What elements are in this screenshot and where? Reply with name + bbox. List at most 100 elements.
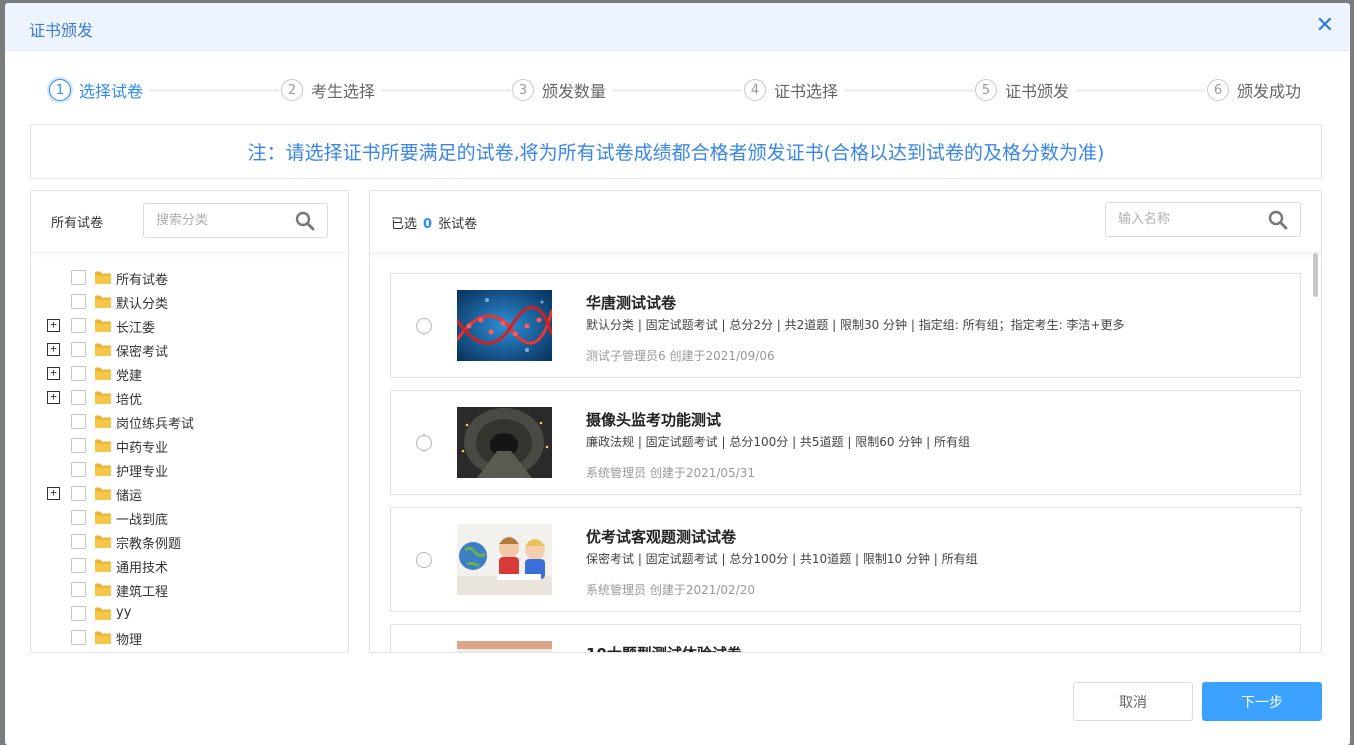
category-item[interactable]: + 储运	[31, 481, 348, 505]
category-label: 中药专业	[116, 441, 169, 456]
category-label: 保密考试	[116, 345, 169, 360]
category-checkbox[interactable]	[71, 270, 86, 285]
exam-title: 华唐测试试卷	[586, 294, 677, 312]
folder-icon	[95, 319, 111, 332]
category-checkbox[interactable]	[71, 414, 86, 429]
selected-count-info: 已选 0 张试卷	[391, 213, 477, 232]
exam-radio[interactable]	[416, 318, 432, 334]
category-checkbox[interactable]	[71, 582, 86, 597]
dialog-header: 证书颁发 ✕	[5, 3, 1350, 51]
category-item[interactable]: 一战到底	[31, 505, 348, 529]
category-checkbox[interactable]	[71, 438, 86, 453]
exam-meta: 廉政法规 | 固定试题考试 | 总分100分 | 共5道题 | 限制60 分钟 …	[586, 435, 970, 449]
exam-radio[interactable]	[416, 435, 432, 451]
folder-icon	[95, 487, 111, 500]
next-step-button[interactable]: 下一步	[1202, 682, 1322, 721]
search-icon[interactable]	[295, 211, 315, 231]
category-label: 一战到底	[116, 513, 169, 528]
category-panel-header: 所有试卷	[31, 191, 348, 253]
step-label: 证书选择	[774, 82, 839, 101]
exam-panel-header: 已选 0 张试卷	[370, 191, 1321, 253]
category-checkbox[interactable]	[71, 318, 86, 333]
category-checkbox[interactable]	[71, 342, 86, 357]
exam-name-input[interactable]	[1106, 203, 1256, 236]
category-tree: 所有试卷 默认分类 + 长江委 + 保密考试 + 党建 + 培优 岗位练兵考试 中药专业 护理专业 + 储运…	[31, 265, 348, 649]
category-item[interactable]: 宗教条例题	[31, 529, 348, 553]
exam-meta: 默认分类 | 固定试题考试 | 总分2分 | 共2道题 | 限制30 分钟 | …	[586, 318, 1125, 332]
category-search-input[interactable]	[144, 204, 284, 237]
selected-prefix: 已选	[391, 217, 418, 232]
step-connector	[844, 89, 974, 92]
category-checkbox[interactable]	[71, 366, 86, 381]
expand-icon[interactable]: +	[47, 319, 60, 332]
category-checkbox[interactable]	[71, 510, 86, 525]
category-item[interactable]: 所有试卷	[31, 265, 348, 289]
step-select-exam: 1 选择试卷	[49, 77, 148, 103]
folder-icon	[95, 343, 111, 356]
cancel-button[interactable]: 取消	[1073, 682, 1193, 721]
step-number: 3	[512, 79, 534, 101]
category-checkbox[interactable]	[71, 630, 86, 645]
step-label: 选择试卷	[79, 82, 144, 101]
category-checkbox[interactable]	[71, 486, 86, 501]
kids-globe-image	[457, 524, 552, 595]
step-connector	[1075, 89, 1205, 92]
dialog-title: 证书颁发	[29, 21, 94, 40]
step-issue-quantity: 3 颁发数量	[512, 77, 611, 103]
exam-card[interactable]: 华唐测试试卷 默认分类 | 固定试题考试 | 总分2分 | 共2道题 | 限制3…	[390, 273, 1301, 378]
exam-card[interactable]: 10大题型测试体验试卷	[390, 624, 1301, 652]
category-item[interactable]: 中药专业	[31, 433, 348, 457]
category-item[interactable]: 岗位练兵考试	[31, 409, 348, 433]
category-label: 护理专业	[116, 465, 169, 480]
exam-card[interactable]: 摄像头监考功能测试 廉政法规 | 固定试题考试 | 总分100分 | 共5道题 …	[390, 390, 1301, 495]
certificate-dialog: 证书颁发 ✕ 1 选择试卷 2 考生选择 3 颁发数量 4 证书选择 5 证书颁…	[5, 3, 1350, 745]
category-checkbox[interactable]	[71, 558, 86, 573]
dna-image	[457, 290, 552, 361]
expand-icon[interactable]: +	[47, 367, 60, 380]
step-select-certificate: 4 证书选择	[744, 77, 843, 103]
category-checkbox[interactable]	[71, 462, 86, 477]
category-item[interactable]: 默认分类	[31, 289, 348, 313]
category-item[interactable]: + 党建	[31, 361, 348, 385]
expand-icon[interactable]: +	[47, 391, 60, 404]
exam-meta: 保密考试 | 固定试题考试 | 总分100分 | 共10道题 | 限制10 分钟…	[586, 552, 978, 566]
exam-card[interactable]: 优考试客观题测试试卷 保密考试 | 固定试题考试 | 总分100分 | 共10道…	[390, 507, 1301, 612]
search-icon[interactable]	[1268, 210, 1288, 230]
category-item[interactable]: 建筑工程	[31, 577, 348, 601]
folder-icon	[95, 631, 111, 644]
exam-list-scrollbar[interactable]	[1313, 253, 1318, 297]
category-checkbox[interactable]	[71, 534, 86, 549]
exam-title: 优考试客观题测试试卷	[586, 528, 737, 546]
category-item[interactable]: + 保密考试	[31, 337, 348, 361]
category-checkbox[interactable]	[71, 294, 86, 309]
category-item[interactable]: yy	[31, 601, 348, 625]
expand-icon[interactable]: +	[47, 343, 60, 356]
category-item[interactable]: 护理专业	[31, 457, 348, 481]
category-item[interactable]: + 培优	[31, 385, 348, 409]
folder-icon	[95, 391, 111, 404]
close-icon[interactable]: ✕	[1316, 14, 1334, 38]
step-connector	[381, 89, 511, 92]
tunnel-image	[457, 407, 552, 478]
category-panel-title: 所有试卷	[51, 216, 104, 231]
category-checkbox[interactable]	[71, 390, 86, 405]
expand-icon[interactable]: +	[47, 487, 60, 500]
exam-radio[interactable]	[416, 552, 432, 568]
category-item[interactable]: 物理	[31, 625, 348, 649]
step-issue-success: 6 颁发成功	[1207, 77, 1306, 103]
folder-icon	[95, 559, 111, 572]
folder-icon	[95, 535, 111, 548]
category-item[interactable]: 通用技术	[31, 553, 348, 577]
folder-icon	[95, 511, 111, 524]
step-number: 4	[744, 79, 766, 101]
folder-icon	[95, 463, 111, 476]
step-label: 证书颁发	[1005, 82, 1070, 101]
exam-creator: 系统管理员 创建于2021/02/20	[586, 583, 755, 597]
partial-image	[457, 641, 552, 652]
notice-banner: 注：请选择证书所要满足的试卷,将为所有试卷成绩都合格者颁发证书(合格以达到试卷的…	[30, 124, 1322, 179]
category-checkbox[interactable]	[71, 606, 86, 621]
category-label: 储运	[116, 489, 143, 504]
category-item[interactable]: + 长江委	[31, 313, 348, 337]
folder-icon	[95, 439, 111, 452]
category-label: 物理	[116, 633, 143, 648]
